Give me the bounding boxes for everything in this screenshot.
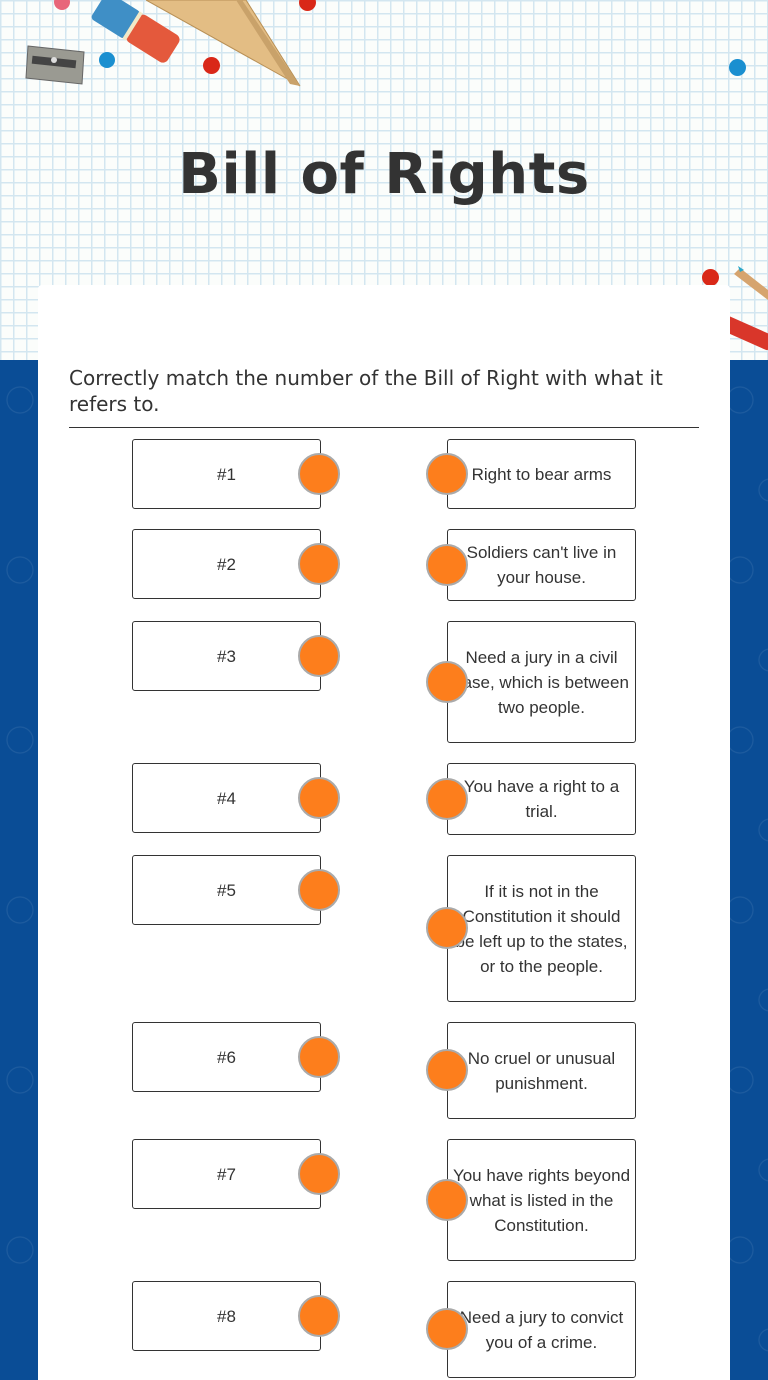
match-handle-right-7[interactable] [426, 1179, 468, 1221]
match-handle-left-5[interactable] [298, 869, 340, 911]
decor-dot [702, 269, 719, 286]
right-item-label: You have rights beyond what is listed in… [452, 1165, 631, 1235]
match-handle-right-3[interactable] [426, 661, 468, 703]
page-title: Bill of Rights [178, 142, 590, 207]
right-item-7[interactable]: You have rights beyond what is listed in… [447, 1139, 636, 1261]
match-handle-right-2[interactable] [426, 544, 468, 586]
left-item-3[interactable]: #3 [132, 621, 321, 691]
right-item-label: You have a right to a trial. [463, 777, 620, 821]
right-item-label: If it is not in the Constitution it shou… [455, 881, 628, 976]
match-handle-left-4[interactable] [298, 777, 340, 819]
left-item-label: #1 [217, 464, 236, 484]
left-item-4[interactable]: #4 [132, 763, 321, 833]
left-item-label: #3 [217, 646, 236, 666]
match-handle-right-1[interactable] [426, 453, 468, 495]
match-handle-right-6[interactable] [426, 1049, 468, 1091]
right-item-3[interactable]: Need a jury in a civil case, which is be… [447, 621, 636, 743]
divider [69, 427, 699, 428]
right-item-label: Right to bear arms [471, 464, 612, 484]
instructions-text: Correctly match the number of the Bill o… [69, 366, 663, 416]
left-item-label: #7 [217, 1164, 236, 1184]
right-item-6[interactable]: No cruel or unusual punishment. [447, 1022, 636, 1119]
left-item-7[interactable]: #7 [132, 1139, 321, 1209]
left-item-label: #8 [217, 1306, 236, 1326]
ruler-triangle-icon [144, 0, 304, 88]
match-handle-right-5[interactable] [426, 907, 468, 949]
left-item-label: #5 [217, 880, 236, 900]
left-item-label: #4 [217, 788, 236, 808]
decor-dot [729, 59, 746, 76]
right-item-label: Need a jury to convict you of a crime. [459, 1307, 624, 1352]
right-item-4[interactable]: You have a right to a trial. [447, 763, 636, 835]
decor-dot [54, 0, 70, 10]
match-handle-right-8[interactable] [426, 1308, 468, 1350]
right-item-label: Need a jury in a civil case, which is be… [454, 647, 629, 717]
left-item-6[interactable]: #6 [132, 1022, 321, 1092]
match-handle-left-2[interactable] [298, 543, 340, 585]
match-handle-left-7[interactable] [298, 1153, 340, 1195]
match-handle-left-1[interactable] [298, 453, 340, 495]
match-handle-left-8[interactable] [298, 1295, 340, 1337]
match-handle-right-4[interactable] [426, 778, 468, 820]
right-item-label: No cruel or unusual punishment. [467, 1048, 616, 1093]
pencil-sharpener-icon [24, 42, 88, 88]
left-item-5[interactable]: #5 [132, 855, 321, 925]
left-item-1[interactable]: #1 [132, 439, 321, 509]
right-item-1[interactable]: Right to bear arms [447, 439, 636, 509]
left-item-label: #2 [217, 554, 236, 574]
match-handle-left-6[interactable] [298, 1036, 340, 1078]
right-item-8[interactable]: Need a jury to convict you of a crime. [447, 1281, 636, 1378]
left-item-2[interactable]: #2 [132, 529, 321, 599]
match-handle-left-3[interactable] [298, 635, 340, 677]
right-item-label: Soldiers can't live in your house. [466, 543, 617, 587]
worksheet-card: Correctly match the number of the Bill o… [38, 285, 730, 1380]
left-item-label: #6 [217, 1047, 236, 1067]
right-item-5[interactable]: If it is not in the Constitution it shou… [447, 855, 636, 1002]
left-item-8[interactable]: #8 [132, 1281, 321, 1351]
right-item-2[interactable]: Soldiers can't live in your house. [447, 529, 636, 601]
